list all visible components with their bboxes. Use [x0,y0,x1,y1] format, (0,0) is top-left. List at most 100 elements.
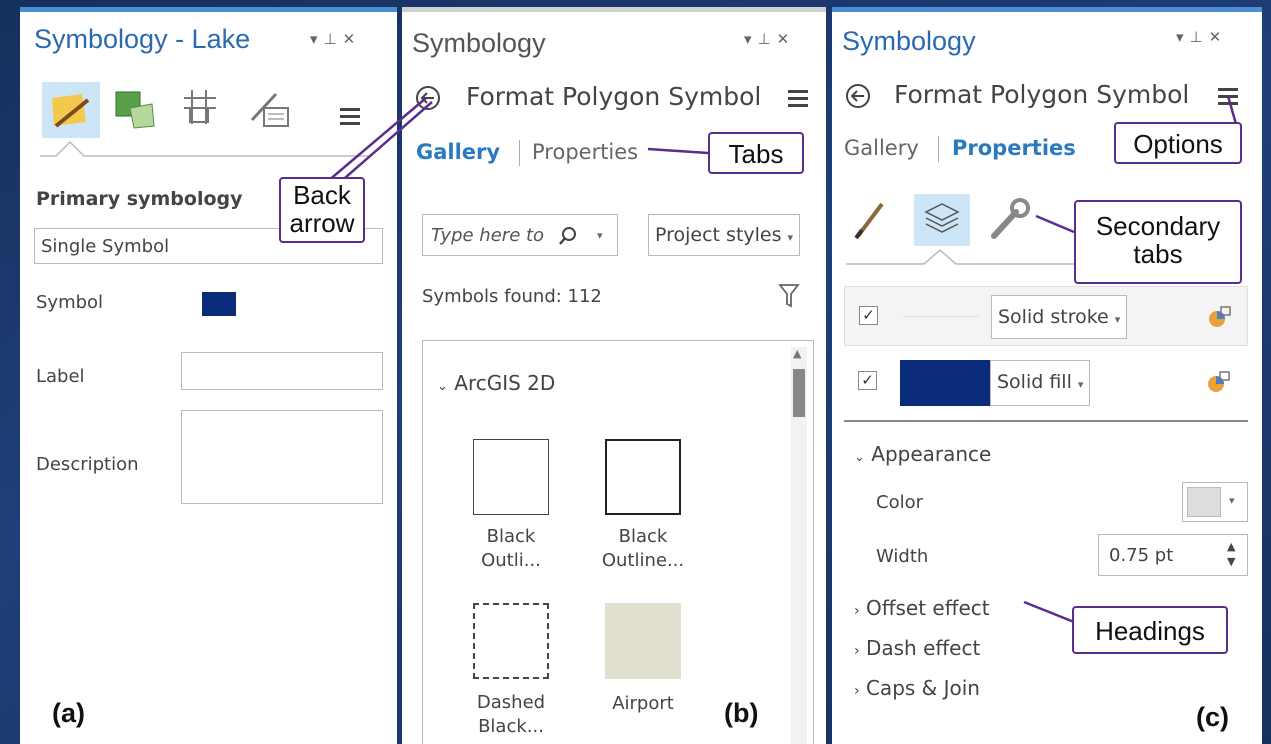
scrollbar-thumb[interactable] [793,369,805,417]
stepper-arrows[interactable]: ▲ ▼ [1227,539,1235,569]
color-label: Color [876,492,923,513]
symbol-gallery: ⌄ ArcGIS 2D ▲ Black Outli... Black Outline… [422,340,814,744]
tab-gallery[interactable]: Gallery [844,136,919,160]
chevron-down-icon: ⌄ [437,379,448,394]
tab-indicator [40,140,370,157]
dropdown-icon[interactable]: ▾ [744,30,758,48]
symbol-swatch[interactable] [202,292,236,316]
symbol-brush-icon[interactable] [850,198,890,242]
callout-options: Options [1114,122,1242,164]
group-label: ArcGIS 2D [454,371,556,395]
options-menu-icon[interactable] [788,90,808,111]
window-controls[interactable]: ▾⊥✕ [310,30,361,48]
fill-preview [900,360,990,406]
tab-properties[interactable]: Properties [532,140,638,164]
color-picker[interactable]: ▾ [1182,482,1248,522]
symbol-label: Symbol [36,292,104,313]
dropdown-icon[interactable]: ▾ [310,30,324,48]
stroke-type-value: Solid stroke [998,306,1109,328]
symbol-caption: Airport [612,693,674,714]
symbol-airport[interactable] [605,603,681,679]
description-input[interactable] [181,410,383,504]
fill-visible-checkbox[interactable]: ✓ [858,371,877,390]
divider [844,420,1248,422]
label-label: Label [36,366,85,387]
vary-symbology-icon[interactable] [112,86,160,134]
search-icon[interactable] [557,225,579,247]
chevron-down-icon[interactable]: ▾ [597,229,603,242]
caps-join-label: Caps & Join [865,676,980,700]
lock-layer-icon[interactable] [1205,303,1235,331]
format-polygon-title: Format Polygon Symbol [466,82,762,111]
style-dropdown-value: Project styles [655,224,782,246]
pin-icon[interactable]: ⊥ [324,30,343,48]
heading-appearance[interactable]: ⌄ Appearance [854,442,991,466]
back-arrow-icon[interactable] [414,84,442,112]
fill-type-dropdown[interactable]: Solid fill ▾ [990,360,1091,406]
window-controls[interactable]: ▾⊥✕ [744,30,795,48]
panel-letter-a: (a) [52,698,85,728]
chevron-down-icon: ▾ [787,231,794,244]
close-icon[interactable]: ✕ [777,30,796,48]
options-menu-icon[interactable] [1218,88,1238,109]
heading-dash-effect[interactable]: › Dash effect [854,636,980,660]
renderer-value: Single Symbol [41,236,170,257]
chevron-down-icon: ▾ [1229,494,1235,507]
primary-symbology-tab[interactable] [42,82,100,138]
search-input[interactable]: Type here to search [431,225,549,246]
pane-title: Symbology [412,28,546,58]
options-menu-icon[interactable] [340,108,360,129]
gallery-group-header[interactable]: ⌄ ArcGIS 2D [437,371,555,395]
heading-offset-effect[interactable]: › Offset effect [854,596,990,620]
scrollbar[interactable]: ▲ [791,347,807,744]
mask-icon[interactable] [178,86,222,130]
chevron-right-icon: › [854,683,860,699]
chevron-right-icon: › [854,603,860,619]
width-stepper[interactable]: 0.75 pt ▲ ▼ [1098,534,1248,576]
panel-letter-b: (b) [724,698,759,728]
close-icon[interactable]: ✕ [1209,28,1228,46]
lock-layer-icon[interactable] [1204,368,1234,396]
chevron-right-icon: › [854,643,860,659]
primary-symbology-icon [52,94,90,128]
panel-letter-c: (c) [1196,702,1229,732]
symbol-layer-drawing-icon[interactable] [246,86,294,134]
layers-icon [924,203,960,233]
callout-secondary-tabs: Secondary tabs [1074,200,1242,284]
symbols-found-count: Symbols found: 112 [422,286,602,307]
style-dropdown[interactable]: Project styles ▾ [648,214,801,256]
dropdown-icon[interactable]: ▾ [1176,28,1190,46]
stroke-type-dropdown[interactable]: Solid stroke ▾ [991,295,1128,339]
callout-back-arrow: Back arrow [279,177,365,243]
stroke-preview [903,316,979,317]
close-icon[interactable]: ✕ [343,30,362,48]
width-label: Width [876,546,929,567]
callout-tabs: Tabs [708,132,804,174]
stroke-visible-checkbox[interactable]: ✓ [859,306,878,325]
description-label: Description [36,454,139,475]
symbol-black-outline-1[interactable] [473,439,549,515]
symbology-pane-b: Symbology ▾⊥✕ Format Polygon Symbol Gall… [402,7,826,744]
format-polygon-title: Format Polygon Symbol [894,80,1190,109]
width-value[interactable]: 0.75 pt [1109,545,1173,566]
layers-tab[interactable] [914,194,970,246]
symbol-caption: Black Outli... [481,526,541,571]
label-input[interactable] [181,352,383,390]
window-controls[interactable]: ▾⊥✕ [1176,28,1227,46]
chevron-down-icon: ▾ [1114,313,1121,326]
symbol-black-outline-2[interactable] [605,439,681,515]
pin-icon[interactable]: ⊥ [1190,28,1209,46]
filter-icon[interactable] [778,282,800,308]
tab-properties[interactable]: Properties [952,136,1076,160]
wrench-icon[interactable] [986,196,1034,244]
layer-row-fill[interactable]: ✓ Solid fill ▾ [844,352,1248,412]
pin-icon[interactable]: ⊥ [758,30,777,48]
layer-row-stroke[interactable]: ✓ Solid stroke ▾ [844,286,1248,346]
search-box[interactable]: Type here to search ▾ [422,214,618,256]
back-arrow-icon[interactable] [844,82,872,110]
symbol-dashed-black[interactable] [473,603,549,679]
tab-gallery[interactable]: Gallery [416,140,500,164]
heading-caps-join[interactable]: › Caps & Join [854,676,980,700]
scroll-up-icon[interactable]: ▲ [793,347,801,360]
chevron-down-icon: ⌄ [854,450,865,465]
